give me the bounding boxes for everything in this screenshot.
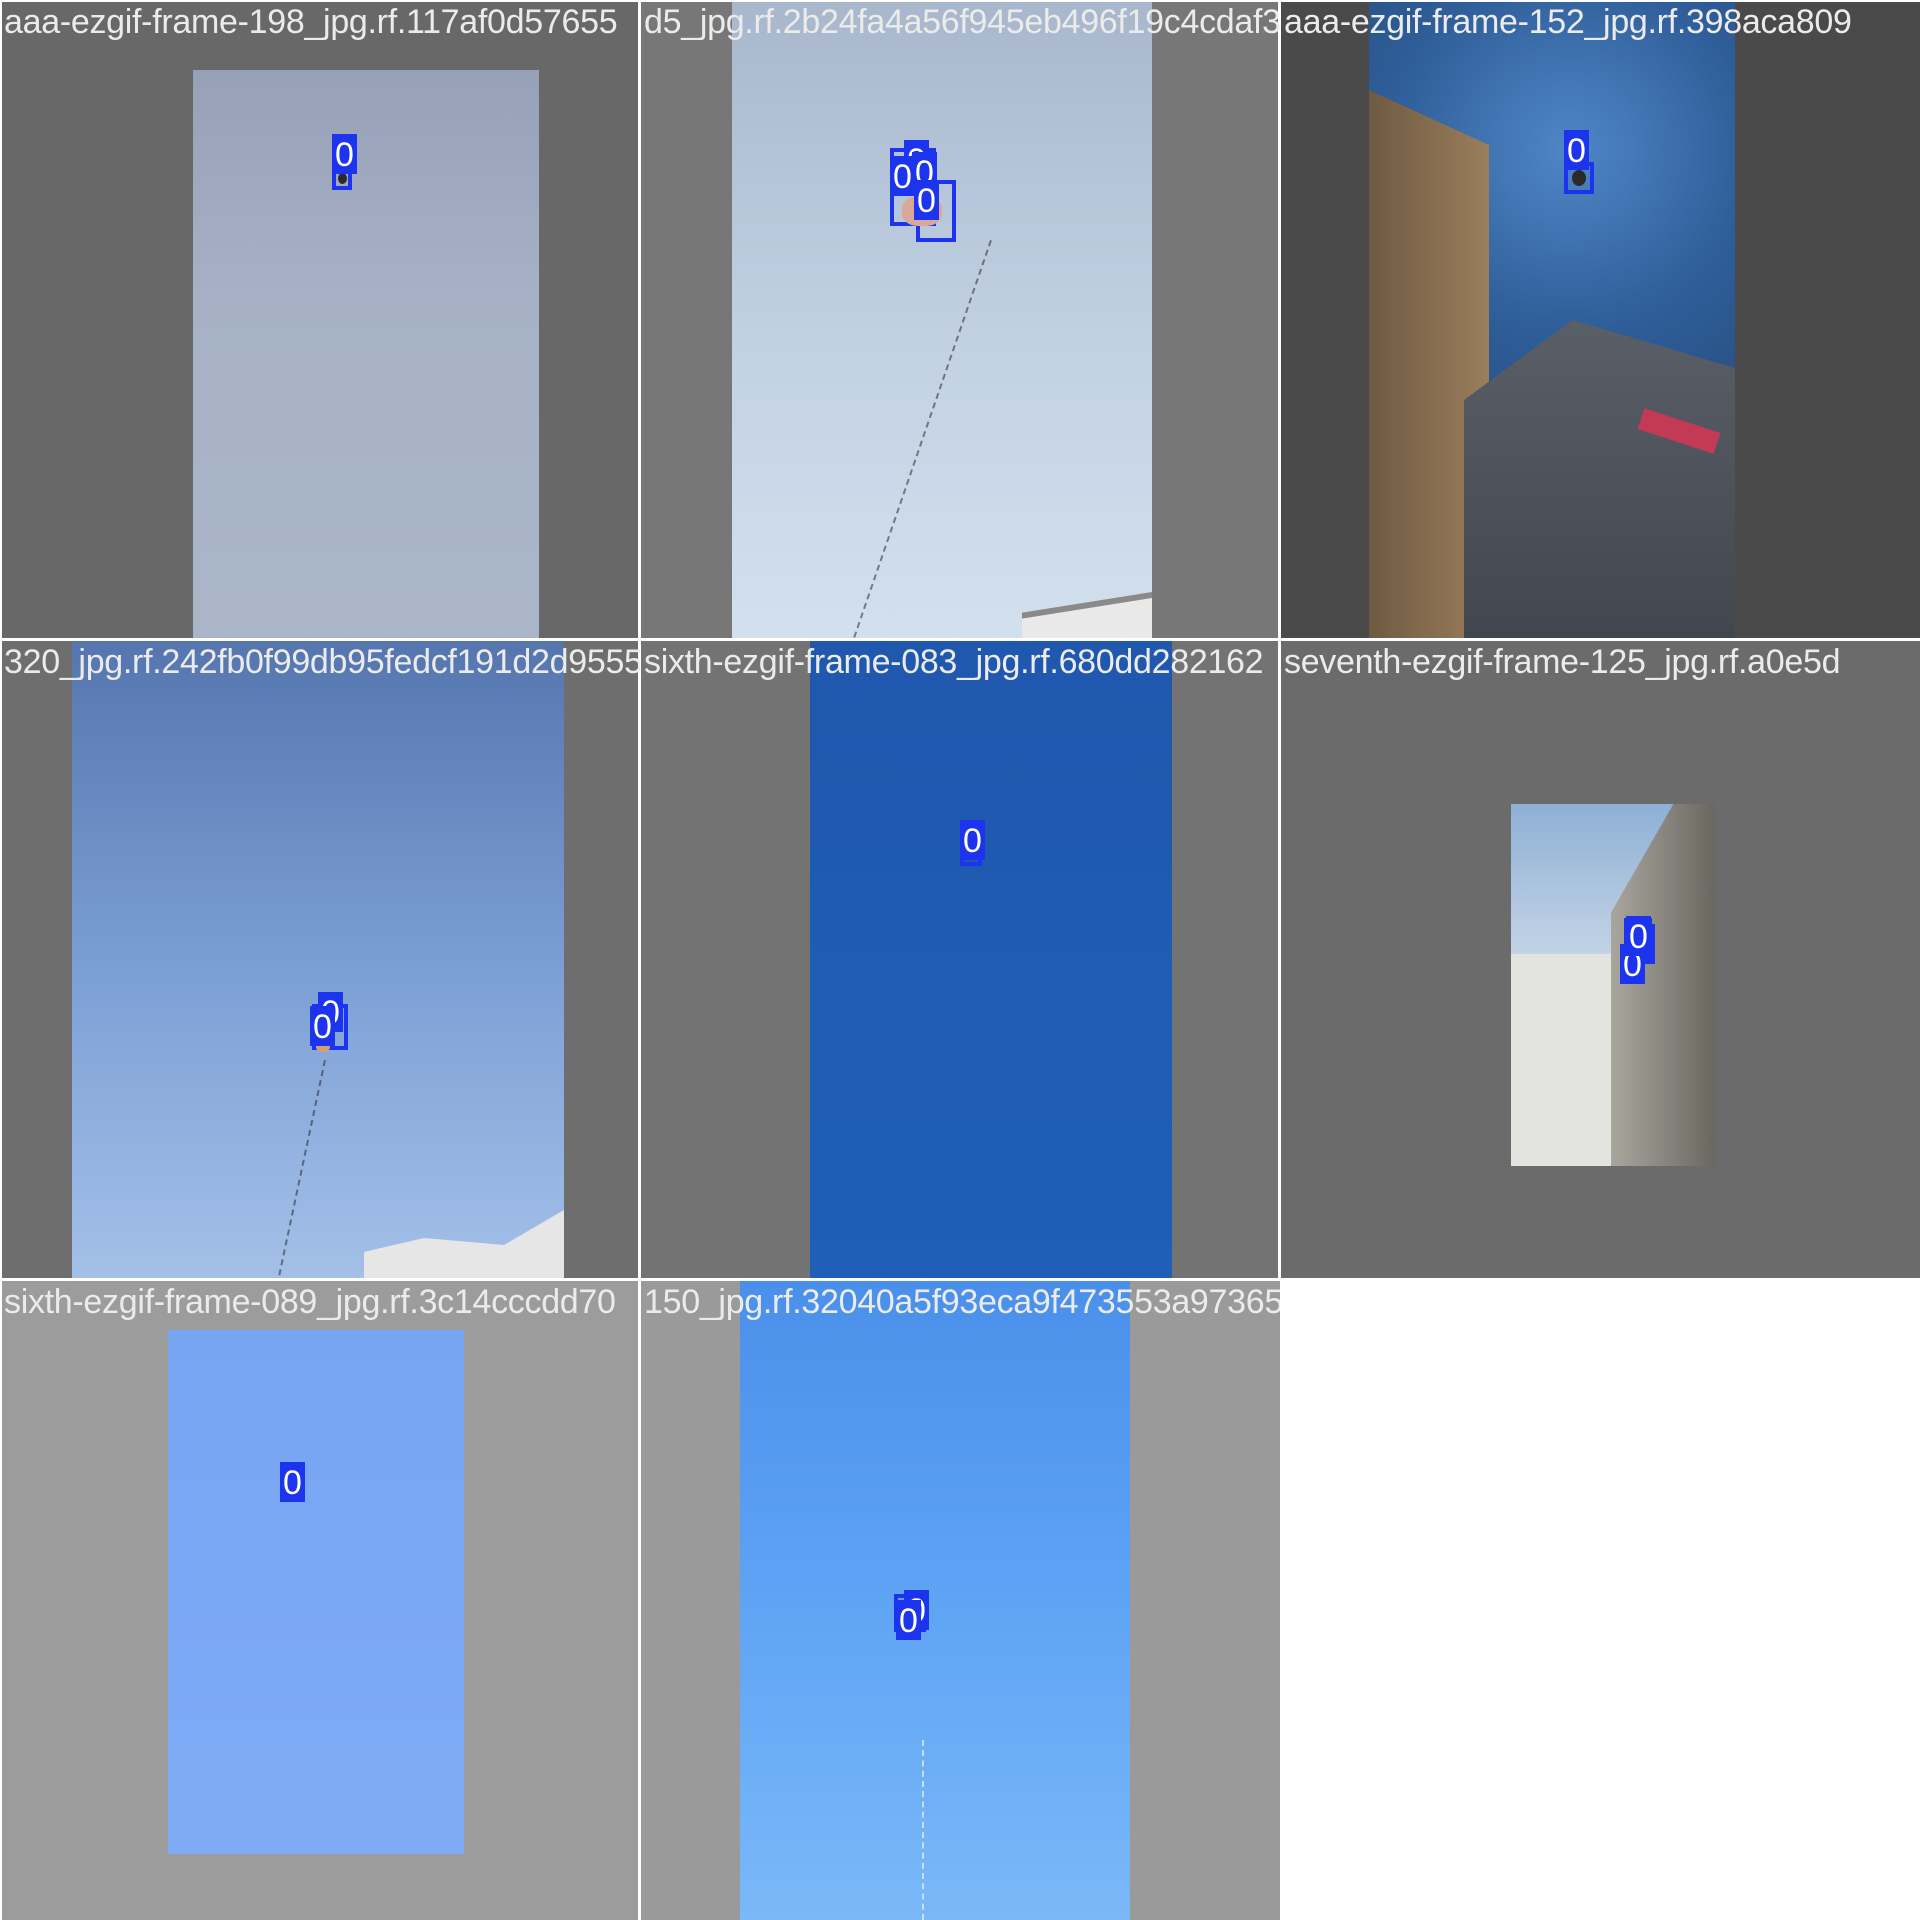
building-right xyxy=(1464,320,1735,640)
grid-divider xyxy=(0,0,2,1920)
sky-photo xyxy=(740,1280,1130,1920)
sky-photo xyxy=(810,640,1172,1280)
image-caption: seventh-ezgif-frame-125_jpg.rf.a0e5d xyxy=(1284,643,1841,681)
grid-divider xyxy=(638,0,641,1920)
mosaic-tile-8: 0 0 150_jpg.rf.32040a5f93eca9f473553a973… xyxy=(640,1280,1280,1920)
class-label: 0 xyxy=(1564,130,1589,170)
drone-object xyxy=(1572,170,1586,186)
class-label: 0 xyxy=(310,1006,335,1046)
class-label: 0 xyxy=(1626,916,1651,956)
kite-string xyxy=(276,1060,326,1280)
class-label: 0 xyxy=(960,820,985,860)
grid-divider xyxy=(0,1278,1920,1281)
image-caption: aaa-ezgif-frame-198_jpg.rf.117af0d57655 xyxy=(4,3,618,41)
image-caption: 320_jpg.rf.242fb0f99db95fedcf191d2d95551 xyxy=(4,643,640,681)
class-label: 0 xyxy=(914,180,939,220)
image-caption: aaa-ezgif-frame-152_jpg.rf.398aca809 xyxy=(1284,3,1852,41)
class-label: 0 xyxy=(896,1600,921,1640)
kite-string xyxy=(922,1740,924,1920)
class-label: 0 xyxy=(280,1462,305,1502)
building-right xyxy=(1611,804,1715,1166)
sky-photo xyxy=(193,70,539,640)
class-label: 0 xyxy=(332,134,357,174)
mosaic-tile-5: 0 sixth-ezgif-frame-083_jpg.rf.680dd2821… xyxy=(640,640,1280,1280)
image-caption: sixth-ezgif-frame-089_jpg.rf.3c14cccdd70 xyxy=(4,1283,616,1321)
mosaic-tile-3: 0 aaa-ezgif-frame-152_jpg.rf.398aca809 xyxy=(1280,0,1920,640)
building-photo xyxy=(1511,804,1715,1166)
building-left xyxy=(1511,954,1621,1166)
drone-object xyxy=(338,173,347,184)
sky-photo xyxy=(72,640,564,1280)
grid-divider xyxy=(0,638,1920,641)
building-photo xyxy=(1369,0,1735,640)
building-roof xyxy=(364,1210,564,1280)
mosaic-tile-4: 0 0 320_jpg.rf.242fb0f99db95fedcf191d2d9… xyxy=(0,640,640,1280)
image-caption: 150_jpg.rf.32040a5f93eca9f473553a97365c4 xyxy=(644,1283,1280,1321)
mosaic-tile-6: 0 0 0 seventh-ezgif-frame-125_jpg.rf.a0e… xyxy=(1280,640,1920,1280)
mosaic-tile-2: 0 0 0 0 d5_jpg.rf.2b24fa4a56f945eb496f19… xyxy=(640,0,1280,640)
image-caption: sixth-ezgif-frame-083_jpg.rf.680dd282162 xyxy=(644,643,1264,681)
mosaic-tile-1: 0 aaa-ezgif-frame-198_jpg.rf.117af0d5765… xyxy=(0,0,640,640)
kite-string xyxy=(853,240,992,638)
sky-photo xyxy=(732,0,1152,640)
mosaic-tile-7: 0 sixth-ezgif-frame-089_jpg.rf.3c14cccdd… xyxy=(0,1280,640,1920)
image-caption: d5_jpg.rf.2b24fa4a56f945eb496f19c4cdaf38 xyxy=(644,3,1280,41)
sky-photo xyxy=(168,1330,464,1854)
building-roof xyxy=(1022,592,1152,640)
